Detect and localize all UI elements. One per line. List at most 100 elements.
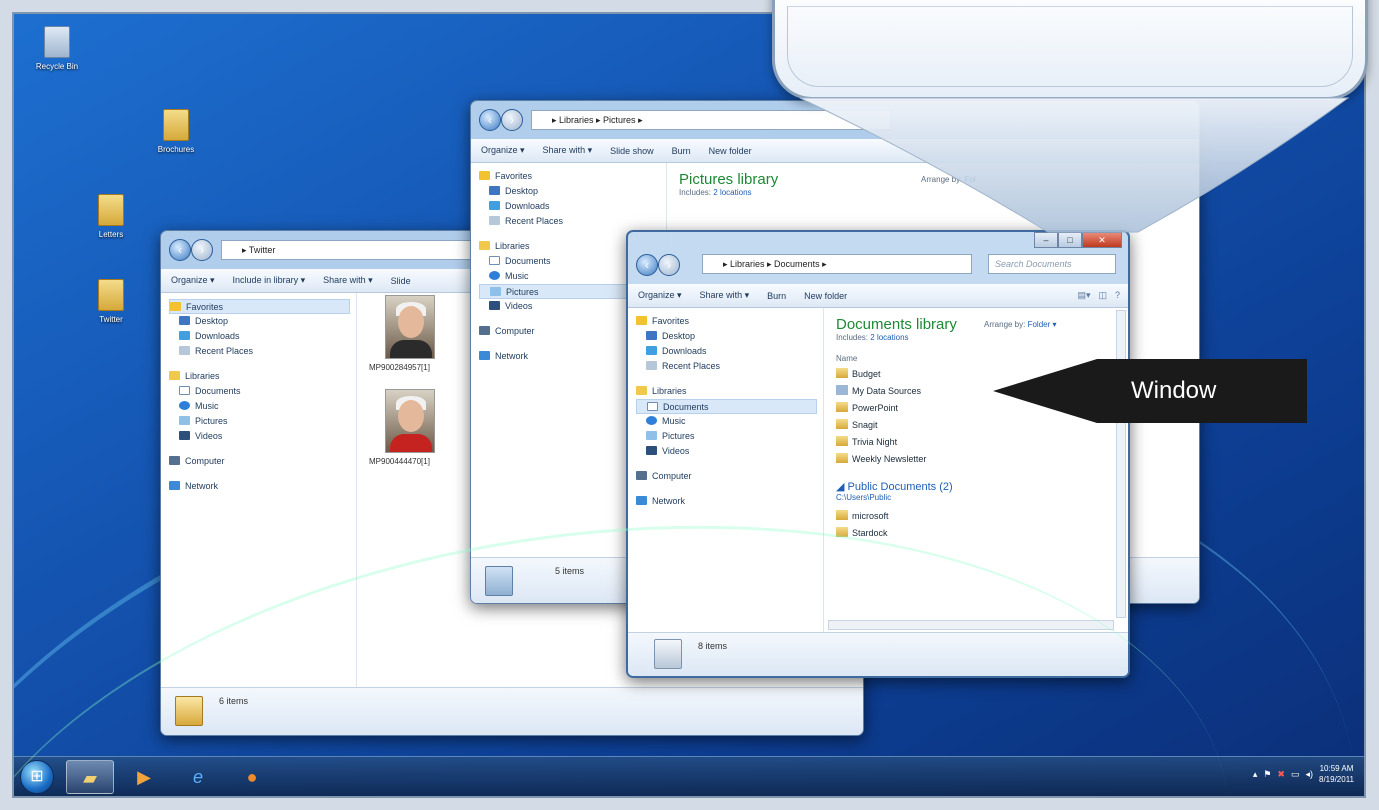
folder-icon bbox=[836, 453, 848, 463]
desktop-icon-letters[interactable]: Letters bbox=[74, 194, 148, 239]
back-button[interactable]: ‹ bbox=[479, 109, 501, 131]
nav-recent-places[interactable]: Recent Places bbox=[636, 359, 823, 374]
title-bar[interactable]: ‹ › ▸ Libraries ▸ Pictures ▸ bbox=[471, 101, 1199, 139]
internet-explorer-icon[interactable]: e bbox=[174, 760, 222, 794]
address-bar[interactable]: ▸ Libraries ▸ Pictures ▸ bbox=[531, 110, 891, 130]
views-icon[interactable]: ▤▾ bbox=[1077, 290, 1090, 301]
slide-show-button[interactable]: Slide bbox=[391, 276, 411, 286]
status-bar: 8 items bbox=[628, 632, 1128, 676]
taskbar: ⊞ ▰ ▶ e ● ▴ ⚑ ✖ ▭ ◂) 10:59 AM 8/19/2011 bbox=[14, 756, 1364, 796]
network-status-icon[interactable]: ✖ bbox=[1277, 769, 1285, 780]
nav-downloads[interactable]: Downloads bbox=[169, 329, 356, 344]
vertical-scrollbar[interactable] bbox=[1116, 310, 1126, 618]
locations-link[interactable]: 2 locations bbox=[870, 333, 908, 342]
horizontal-scrollbar[interactable] bbox=[828, 620, 1114, 630]
list-item[interactable]: microsoft bbox=[836, 508, 1116, 525]
nav-favorites[interactable]: Favorites bbox=[636, 314, 823, 329]
burn-button[interactable]: Burn bbox=[767, 291, 786, 301]
nav-favorites[interactable]: Favorites bbox=[169, 299, 350, 314]
nav-documents[interactable]: Documents bbox=[169, 384, 356, 399]
organize-button[interactable]: Organize ▾ bbox=[481, 145, 525, 156]
nav-computer[interactable]: Computer bbox=[169, 454, 356, 469]
arrange-dropdown[interactable]: Folder ▾ bbox=[1028, 320, 1057, 329]
show-hidden-icons-icon[interactable]: ▴ bbox=[1253, 769, 1258, 780]
forward-button[interactable]: › bbox=[501, 109, 523, 131]
desktop-icon-twitter[interactable]: Twitter bbox=[74, 279, 148, 324]
photo-thumbnail[interactable] bbox=[385, 295, 435, 359]
nav-desktop[interactable]: Desktop bbox=[636, 329, 823, 344]
forward-button[interactable]: › bbox=[191, 239, 213, 261]
file-name: Weekly Newsletter bbox=[852, 454, 927, 464]
preview-pane-icon[interactable]: ◫ bbox=[1098, 290, 1107, 301]
nav-desktop[interactable]: Desktop bbox=[479, 184, 666, 199]
help-icon[interactable]: ? bbox=[1115, 290, 1120, 301]
nav-computer[interactable]: Computer bbox=[636, 469, 823, 484]
minimize-icon[interactable]: – bbox=[1034, 232, 1058, 248]
new-folder-button[interactable]: New folder bbox=[709, 146, 752, 156]
battery-icon[interactable]: ▭ bbox=[1291, 769, 1300, 780]
title-bar[interactable]: – □ ✕ ‹ › ▸ Libraries ▸ Documents ▸ Sear… bbox=[628, 232, 1128, 276]
nav-desktop[interactable]: Desktop bbox=[169, 314, 356, 329]
list-item[interactable]: Trivia Night bbox=[836, 434, 1116, 451]
recycle-bin-icon bbox=[44, 26, 70, 58]
volume-icon[interactable]: ◂) bbox=[1305, 769, 1313, 780]
nav-recent-places[interactable]: Recent Places bbox=[479, 214, 666, 229]
folder-icon bbox=[175, 696, 203, 726]
back-button[interactable]: ‹ bbox=[636, 254, 658, 276]
nav-music[interactable]: Music bbox=[169, 399, 356, 414]
nav-music[interactable]: Music bbox=[636, 414, 823, 429]
desktop-icon-label: Letters bbox=[98, 230, 124, 239]
nav-pictures[interactable]: Pictures bbox=[636, 429, 823, 444]
nav-videos[interactable]: Videos bbox=[169, 429, 356, 444]
nav-downloads[interactable]: Downloads bbox=[636, 344, 823, 359]
nav-downloads[interactable]: Downloads bbox=[479, 199, 666, 214]
nav-label: Documents bbox=[195, 386, 241, 396]
forward-button[interactable]: › bbox=[658, 254, 680, 276]
back-button[interactable]: ‹ bbox=[169, 239, 191, 261]
group-header[interactable]: ◢ Public Documents (2) bbox=[836, 480, 1116, 493]
desktop-icon-recycle-bin[interactable]: Recycle Bin bbox=[20, 26, 94, 71]
windows-orb-icon[interactable]: ⊞ bbox=[20, 760, 54, 794]
include-in-library-button[interactable]: Include in library ▾ bbox=[233, 275, 306, 286]
organize-button[interactable]: Organize ▾ bbox=[171, 275, 215, 286]
address-bar[interactable]: ▸ Libraries ▸ Documents ▸ bbox=[702, 254, 972, 274]
desktop-icon-brochures[interactable]: Brochures bbox=[139, 109, 213, 154]
nav-videos[interactable]: Videos bbox=[636, 444, 823, 459]
nav-libraries[interactable]: Libraries bbox=[636, 384, 823, 399]
nav-libraries[interactable]: Libraries bbox=[169, 369, 356, 384]
clock[interactable]: 10:59 AM 8/19/2011 bbox=[1319, 763, 1354, 785]
computer-icon bbox=[636, 471, 647, 480]
nav-documents[interactable]: Documents bbox=[636, 399, 817, 414]
burn-button[interactable]: Burn bbox=[672, 146, 691, 156]
nav-recent-places[interactable]: Recent Places bbox=[169, 344, 356, 359]
file-name: Trivia Night bbox=[852, 437, 898, 447]
firefox-icon[interactable]: ● bbox=[228, 760, 276, 794]
nav-label: Downloads bbox=[662, 346, 707, 356]
share-with-button[interactable]: Share with ▾ bbox=[700, 290, 750, 301]
list-item[interactable]: Stardock bbox=[836, 525, 1116, 542]
nav-label: Network bbox=[495, 351, 529, 361]
documents-window[interactable]: – □ ✕ ‹ › ▸ Libraries ▸ Documents ▸ Sear… bbox=[626, 230, 1130, 678]
slide-show-button[interactable]: Slide show bbox=[610, 146, 654, 156]
photo-thumbnail[interactable] bbox=[385, 389, 435, 453]
list-item[interactable]: Weekly Newsletter bbox=[836, 451, 1116, 468]
arrange-dropdown[interactable]: Fol bbox=[965, 175, 976, 184]
new-folder-button[interactable]: New folder bbox=[804, 291, 847, 301]
nav-favorites[interactable]: Favorites bbox=[479, 169, 666, 184]
close-icon[interactable]: ✕ bbox=[1082, 232, 1122, 248]
nav-label: Desktop bbox=[195, 316, 229, 326]
organize-button[interactable]: Organize ▾ bbox=[638, 290, 682, 301]
share-with-button[interactable]: Share with ▾ bbox=[323, 275, 373, 286]
flag-icon[interactable]: ⚑ bbox=[1263, 769, 1271, 780]
maximize-icon[interactable]: □ bbox=[1058, 232, 1082, 248]
explorer-icon[interactable]: ▰ bbox=[66, 760, 114, 794]
nav-network[interactable]: Network bbox=[169, 479, 356, 494]
media-player-icon[interactable]: ▶ bbox=[120, 760, 168, 794]
nav-pictures[interactable]: Pictures bbox=[169, 414, 356, 429]
clock-time: 10:59 AM bbox=[1319, 764, 1354, 773]
locations-link[interactable]: 2 locations bbox=[713, 188, 751, 197]
nav-network[interactable]: Network bbox=[636, 494, 823, 509]
search-input[interactable]: Search Documents bbox=[988, 254, 1116, 274]
share-with-button[interactable]: Share with ▾ bbox=[543, 145, 593, 156]
file-name: Stardock bbox=[852, 528, 888, 538]
